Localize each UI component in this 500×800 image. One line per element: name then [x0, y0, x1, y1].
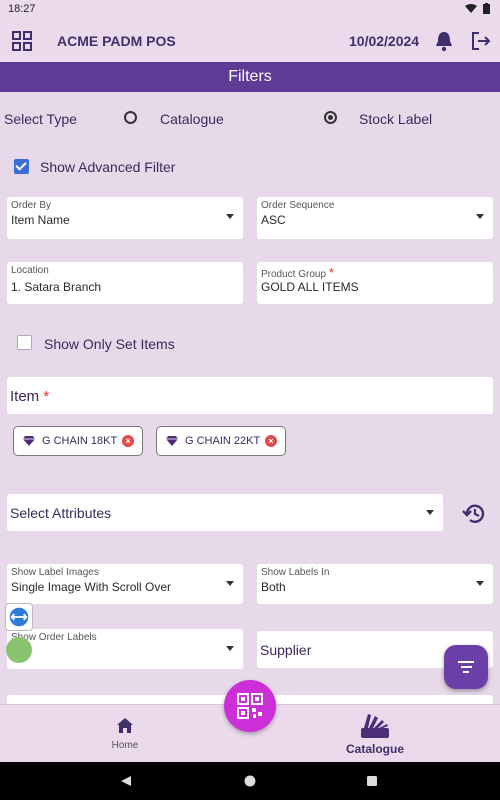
wifi-icon — [464, 4, 477, 13]
radio-catalogue[interactable] — [124, 111, 137, 124]
order-sequence-caption: Order Sequence — [261, 200, 335, 211]
nav-catalogue[interactable]: Catalogue — [340, 705, 410, 763]
attributes-dropdown[interactable]: Select Attributes — [7, 494, 443, 531]
required-mark: * — [328, 265, 334, 280]
status-icons — [464, 3, 490, 16]
chevron-down-icon — [226, 214, 234, 219]
location-field[interactable]: Location 1. Satara Branch — [7, 262, 243, 304]
remove-chip-icon[interactable]: × — [122, 435, 134, 447]
chip-label: G CHAIN 18KT — [42, 435, 118, 447]
home-icon — [117, 718, 133, 733]
filter-fab[interactable] — [444, 645, 488, 689]
system-nav-bar — [0, 762, 500, 800]
filters-header: Filters — [0, 62, 500, 92]
current-date: 10/02/2024 — [349, 33, 420, 49]
item-chip[interactable]: G CHAIN 22KT × — [156, 426, 286, 456]
order-by-dropdown[interactable]: Order By Item Name — [7, 197, 243, 239]
logout-icon[interactable] — [470, 30, 492, 52]
item-search-field[interactable]: Item * — [7, 377, 493, 414]
order-sequence-dropdown[interactable]: Order Sequence ASC — [257, 197, 493, 239]
grid-menu-icon[interactable] — [12, 31, 32, 51]
filters-form: Select Type Catalogue Stock Label Show A… — [0, 92, 500, 704]
labels-in-dropdown[interactable]: Show Labels In Both — [257, 564, 493, 604]
chip-label: G CHAIN 22KT — [185, 435, 261, 447]
status-bar: 18:27 — [0, 0, 500, 20]
labels-in-caption: Show Labels In — [261, 567, 330, 578]
radio-stock-label-label[interactable]: Stock Label — [359, 111, 432, 127]
diamond-icon — [23, 436, 35, 446]
remote-support-icon[interactable] — [5, 603, 33, 631]
label-images-caption: Show Label Images — [11, 567, 99, 578]
home-circle-icon[interactable] — [244, 775, 256, 787]
chevron-down-icon — [476, 214, 484, 219]
radio-catalogue-label[interactable]: Catalogue — [160, 111, 224, 127]
labels-in-value: Both — [261, 580, 286, 594]
qr-code-icon — [237, 693, 263, 719]
recents-icon[interactable] — [366, 775, 378, 787]
catalogue-icon — [361, 714, 389, 738]
chevron-down-icon — [226, 581, 234, 586]
qr-scan-button[interactable] — [224, 680, 276, 732]
item-label: Item * — [10, 388, 50, 405]
app-bar: ACME PADM POS 10/02/2024 — [0, 20, 500, 62]
location-caption: Location — [11, 265, 49, 276]
select-type-label: Select Type — [4, 111, 77, 127]
chevron-down-icon — [476, 581, 484, 586]
nav-home[interactable]: Home — [100, 705, 150, 763]
chevron-down-icon — [426, 510, 434, 515]
filter-icon — [458, 661, 474, 676]
label-images-dropdown[interactable]: Show Label Images Single Image With Scro… — [7, 564, 243, 604]
required-mark: * — [43, 388, 50, 405]
radio-stock-label[interactable] — [324, 111, 337, 124]
order-by-caption: Order By — [11, 200, 52, 211]
advanced-filter-label[interactable]: Show Advanced Filter — [40, 159, 175, 175]
history-icon[interactable] — [462, 501, 488, 527]
nav-home-label: Home — [111, 740, 139, 751]
order-labels-dropdown[interactable]: Show Order Labels No — [7, 629, 243, 669]
overlay-bubble[interactable] — [6, 637, 32, 663]
label-images-value: Single Image With Scroll Over — [11, 580, 172, 594]
nav-catalogue-label: Catalogue — [345, 742, 404, 756]
set-items-label[interactable]: Show Only Set Items — [44, 336, 175, 352]
battery-icon — [483, 3, 490, 14]
product-group-caption: Product Group * — [261, 265, 334, 280]
back-icon[interactable] — [120, 775, 132, 787]
product-group-value: GOLD ALL ITEMS — [261, 280, 359, 294]
diamond-icon — [166, 436, 178, 446]
chevron-down-icon — [226, 646, 234, 651]
remove-chip-icon[interactable]: × — [265, 435, 277, 447]
order-by-value: Item Name — [11, 213, 70, 227]
set-items-checkbox[interactable] — [17, 335, 32, 350]
order-sequence-value: ASC — [261, 213, 286, 227]
advanced-filter-checkbox[interactable] — [14, 159, 29, 174]
status-time: 18:27 — [8, 3, 36, 15]
bell-icon[interactable] — [434, 30, 454, 52]
item-chip[interactable]: G CHAIN 18KT × — [13, 426, 143, 456]
app-title: ACME PADM POS — [57, 33, 176, 49]
supplier-placeholder: Supplier — [260, 642, 312, 658]
attributes-placeholder: Select Attributes — [10, 505, 112, 521]
product-group-field[interactable]: Product Group * GOLD ALL ITEMS — [257, 262, 493, 304]
location-value: 1. Satara Branch — [11, 280, 102, 294]
